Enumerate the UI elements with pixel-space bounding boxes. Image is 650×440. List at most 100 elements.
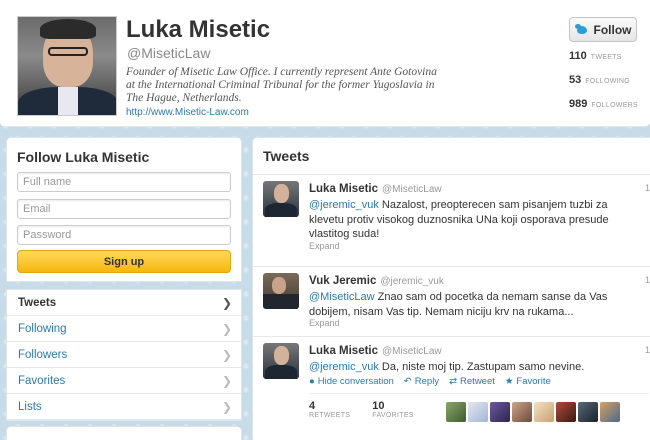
tweet-text: @jeremic_vuk Da, niste moj tip. Zastupam…	[309, 360, 639, 375]
favorites-label: FAVORITES	[372, 412, 414, 419]
reply-button[interactable]: ↶ Reply	[404, 376, 439, 387]
profile-name: Luka Misetic	[126, 16, 271, 43]
retweet-button[interactable]: ⇄ Retweet	[449, 376, 495, 387]
reply-icon: ↶	[403, 376, 412, 387]
tweet-author-name: Vuk Jeremic	[309, 275, 377, 287]
tweet-time[interactable]: 1h	[645, 275, 650, 285]
nav-item-favorites[interactable]: Favorites ❯	[7, 368, 241, 394]
nav-item-label: Tweets	[18, 296, 57, 309]
hide-conversation-button[interactable]: ● Hide conversation	[309, 376, 394, 387]
stat-tweets-value: 110	[569, 50, 587, 62]
tweet-author[interactable]: Luka Misetic @MiseticLaw	[309, 345, 442, 357]
retweeter-avatars	[445, 402, 620, 422]
avatar[interactable]	[445, 402, 466, 422]
retweets-label: RETWEETS	[309, 412, 351, 419]
avatar[interactable]	[577, 402, 598, 422]
favorite-button[interactable]: ★ Favorite	[505, 376, 551, 387]
mention-link[interactable]: @jeremic_vuk	[309, 199, 379, 211]
signup-box: Follow Luka Misetic Full name Email Pass…	[6, 137, 242, 282]
profile-header: Luka Misetic @MiseticLaw Founder of Mise…	[0, 0, 650, 127]
twitter-bird-icon	[574, 24, 589, 35]
nav-item-label: Favorites	[18, 374, 66, 387]
expand-link[interactable]: Expand	[309, 241, 340, 251]
tweet-time[interactable]: 1h	[645, 183, 650, 193]
profile-bio: Founder of Misetic Law Office. I current…	[126, 66, 437, 104]
tweet-author-handle: @jeremic_vuk	[380, 276, 444, 287]
nav-item-label: Lists	[18, 400, 42, 413]
tweet-stream: Tweets Luka Misetic@MiseticLaw 1h @jerem…	[252, 137, 650, 440]
nav-item-tweets[interactable]: Tweets ❯	[7, 290, 241, 316]
signup-button[interactable]: Sign up	[17, 250, 231, 273]
tweet-actions: ● Hide conversation ↶ Reply ⇄ Retweet ★ Favo…	[309, 376, 551, 387]
tweet-author[interactable]: Vuk Jeremic @jeremic_vuk	[309, 275, 444, 287]
stream-title: Tweets	[263, 148, 310, 164]
profile-handle: @MiseticLaw	[127, 45, 211, 61]
expand-link[interactable]: Expand	[309, 318, 340, 328]
nav-item-lists[interactable]: Lists ❯	[7, 394, 241, 420]
stat-following-label: FOLLOWING	[585, 78, 630, 85]
nav-item-label: Followers	[18, 348, 68, 361]
retweet-label: Retweet	[460, 376, 495, 387]
favorites-stat[interactable]: 10 FAVORITES	[372, 400, 413, 419]
chevron-right-icon: ❯	[221, 295, 232, 310]
left-bottom-box	[6, 426, 242, 440]
tweet-body: Da, niste moj tip. Zastupam samo nevine.	[378, 361, 585, 373]
conversation-icon: ●	[309, 376, 315, 387]
profile-nav: Tweets ❯ Following ❯ Followers ❯ Favorit…	[6, 289, 242, 421]
stat-followers-label: FOLLOWERS	[591, 102, 639, 109]
tweet-stats: 4 RETWEETS 10 FAVORITES	[309, 400, 620, 422]
avatar[interactable]	[599, 402, 620, 422]
tweet-avatar[interactable]	[263, 181, 299, 217]
nav-item-followers[interactable]: Followers ❯	[7, 342, 241, 368]
nav-item-label: Following	[18, 322, 67, 335]
retweets-count: 4	[309, 400, 316, 412]
tweet-text: @MiseticLaw Znao sam od pocetka da nemam…	[309, 290, 639, 319]
tweet-author-name: Luka Misetic	[309, 183, 379, 195]
stat-followers[interactable]: 989 FOLLOWERS	[569, 98, 638, 110]
chevron-right-icon: ❯	[221, 347, 232, 362]
tweet-text: @jeremic_vuk Nazalost, preopterecen sam …	[309, 198, 639, 242]
tweet-item[interactable]: Vuk Jeremic@jeremic_vuk 1h @MiseticLaw Z…	[253, 267, 650, 337]
chevron-right-icon: ❯	[221, 321, 232, 336]
profile-avatar[interactable]	[17, 16, 117, 116]
avatar[interactable]	[511, 402, 532, 422]
retweet-icon: ⇄	[449, 376, 458, 387]
email-input[interactable]: Email	[17, 199, 231, 219]
avatar[interactable]	[489, 402, 510, 422]
stat-following-value: 53	[569, 74, 582, 86]
stat-followers-value: 989	[569, 98, 588, 110]
profile-url-link[interactable]: http://www.Misetic-Law.com	[126, 107, 249, 118]
stat-tweets[interactable]: 110 TWEETS	[569, 50, 622, 62]
tweet-item[interactable]: Luka Misetic@MiseticLaw 1h @jeremic_vuk …	[253, 337, 650, 440]
password-input[interactable]: Password	[17, 225, 231, 245]
follow-button-label: Follow	[593, 22, 632, 37]
stat-following[interactable]: 53 FOLLOWING	[569, 74, 630, 86]
tweet-avatar[interactable]	[263, 343, 299, 379]
fullname-input[interactable]: Full name	[17, 172, 231, 192]
tweet-author-handle: @MiseticLaw	[382, 184, 442, 195]
tweet-author[interactable]: Luka Misetic @MiseticLaw	[309, 183, 442, 195]
avatar[interactable]	[467, 402, 488, 422]
tweet-author-name: Luka Misetic	[309, 345, 379, 357]
avatar[interactable]	[555, 402, 576, 422]
mention-link[interactable]: @jeremic_vuk	[309, 361, 379, 373]
favorites-count: 10	[372, 400, 385, 412]
stat-tweets-label: TWEETS	[590, 54, 622, 61]
mention-link[interactable]: @MiseticLaw	[309, 291, 375, 303]
divider	[309, 393, 649, 394]
reply-label: Reply	[414, 376, 440, 387]
retweets-stat[interactable]: 4 RETWEETS	[309, 400, 350, 419]
star-icon: ★	[504, 376, 514, 387]
hide-conversation-label: Hide conversation	[317, 376, 394, 387]
avatar[interactable]	[533, 402, 554, 422]
nav-item-following[interactable]: Following ❯	[7, 316, 241, 342]
chevron-right-icon: ❯	[221, 373, 232, 388]
favorite-label: Favorite	[516, 376, 551, 387]
chevron-right-icon: ❯	[221, 399, 232, 414]
tweet-time[interactable]: 1h	[645, 345, 650, 355]
tweet-author-handle: @MiseticLaw	[382, 346, 442, 357]
tweet-avatar[interactable]	[263, 273, 299, 309]
tweet-item[interactable]: Luka Misetic@MiseticLaw 1h @jeremic_vuk …	[253, 175, 650, 267]
follow-button[interactable]: Follow	[569, 17, 637, 42]
signup-title: Follow Luka Misetic	[17, 149, 150, 165]
